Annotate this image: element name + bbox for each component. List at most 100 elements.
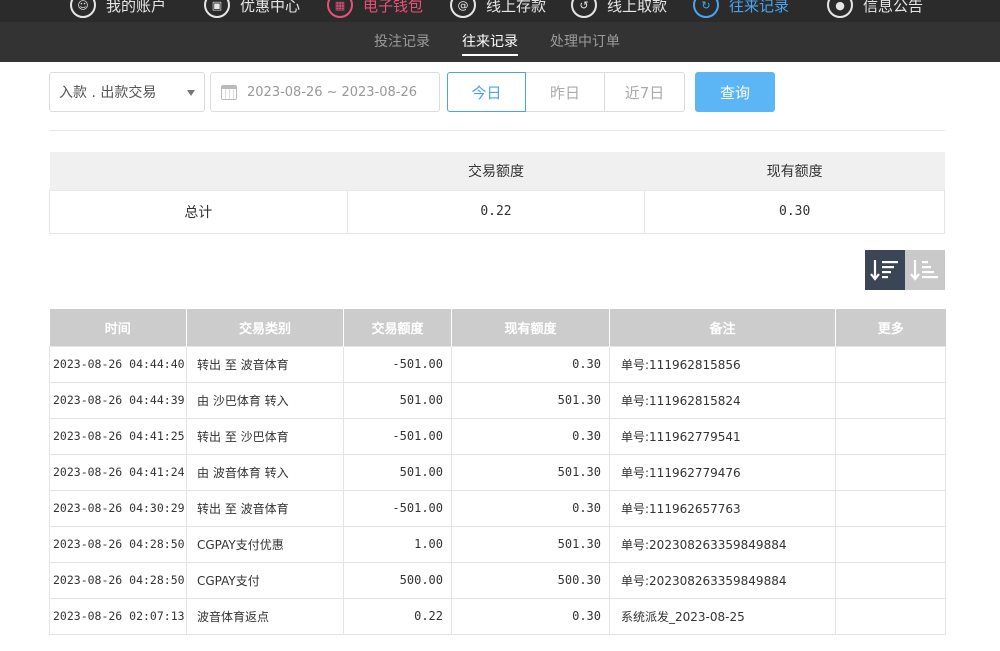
header-time: 时间	[49, 309, 187, 346]
nav-announcements[interactable]: ● 信息公告	[827, 0, 923, 19]
cell-amount: 500.00	[343, 561, 452, 599]
nav-my-account[interactable]: ☺ 我的账户	[70, 0, 166, 19]
table-row: 2023-08-26 04:28:50 CGPAY支付 500.00 500.3…	[49, 561, 946, 599]
cell-time: 2023-08-26 02:07:13	[49, 597, 187, 635]
nav-transaction-records[interactable]: ↻ 往来记录	[693, 0, 789, 19]
cell-type: 波音体育返点	[186, 597, 344, 635]
user-icon: ☺	[70, 0, 96, 18]
cell-time: 2023-08-26 04:28:50	[49, 525, 187, 563]
cell-time: 2023-08-26 04:30:29	[49, 489, 187, 527]
summary-header-amount: 交易额度	[347, 152, 645, 190]
cell-note: 单号:111962779476	[609, 453, 836, 491]
table-row: 2023-08-26 04:44:40 转出 至 波音体育 -501.00 0.…	[49, 345, 946, 383]
top-navigation: ☺ 我的账户 ▣ 优惠中心 ▦ 电子钱包 @ 线上存款 ↺ 线上取款 ↻ 往来记…	[0, 0, 1000, 22]
cell-balance: 501.30	[451, 453, 610, 491]
table-row: 2023-08-26 02:07:13 波音体育返点 0.22 0.30 系统派…	[49, 597, 946, 635]
cell-note: 单号:111962657763	[609, 489, 836, 527]
sub-navigation: 投注记录 往来记录 处理中订单	[0, 22, 1000, 62]
cell-balance: 501.30	[451, 525, 610, 563]
calendar-icon	[221, 84, 237, 100]
cell-type: CGPAY支付优惠	[186, 525, 344, 563]
tab-transaction-records[interactable]: 往来记录	[462, 22, 518, 62]
table-row: 2023-08-26 04:28:50 CGPAY支付优惠 1.00 501.3…	[49, 525, 946, 563]
cell-type: 由 波音体育 转入	[186, 453, 344, 491]
transaction-records-table: 时间 交易类别 交易额度 现有额度 备注 更多 2023-08-26 04:44…	[49, 309, 946, 635]
cell-balance: 500.30	[451, 561, 610, 599]
cell-note: 单号:111962815824	[609, 381, 836, 419]
cell-balance: 0.30	[451, 597, 610, 635]
cell-more[interactable]	[835, 453, 946, 491]
cell-amount: 501.00	[343, 453, 452, 491]
cell-more[interactable]	[835, 417, 946, 455]
cell-type: 转出 至 波音体育	[186, 345, 344, 383]
table-row: 2023-08-26 04:30:29 转出 至 波音体育 -501.00 0.…	[49, 489, 946, 527]
cell-more[interactable]	[835, 525, 946, 563]
last-7-days-button[interactable]: 近7日	[605, 72, 685, 112]
cell-more[interactable]	[835, 381, 946, 419]
summary-total-label: 总计	[49, 189, 348, 234]
cell-amount: -501.00	[343, 489, 452, 527]
header-balance: 现有额度	[451, 309, 610, 346]
cell-more[interactable]	[835, 345, 946, 383]
table-row: 2023-08-26 04:41:24 由 波音体育 转入 501.00 501…	[49, 453, 946, 491]
summary-header-blank	[49, 152, 348, 190]
nav-online-withdraw-label: 线上取款	[607, 0, 668, 15]
date-range-picker[interactable]: 2023-08-26 ~ 2023-08-26	[210, 72, 440, 112]
cell-amount: 0.22	[343, 597, 452, 635]
cell-note: 单号:202308263359849884	[609, 525, 836, 563]
nav-promotions[interactable]: ▣ 优惠中心	[204, 0, 300, 19]
yesterday-button[interactable]: 昨日	[526, 72, 605, 112]
table-row: 2023-08-26 04:41:25 转出 至 沙巴体育 -501.00 0.…	[49, 417, 946, 455]
cell-note: 系统派发_2023-08-25	[609, 597, 836, 635]
sort-descending-icon	[870, 260, 898, 281]
nav-my-account-label: 我的账户	[106, 0, 167, 15]
date-start: 2023-08-26	[247, 84, 323, 100]
deposit-icon: @	[450, 0, 476, 18]
sort-ascending-icon	[910, 260, 938, 281]
announcement-icon: ●	[827, 0, 853, 18]
tab-bet-records[interactable]: 投注记录	[374, 22, 430, 62]
cell-note: 单号:202308263359849884	[609, 561, 836, 599]
date-end: 2023-08-26	[341, 84, 418, 100]
cell-balance: 0.30	[451, 345, 610, 383]
transaction-type-select[interactable]: 入款 . 出款交易	[49, 72, 205, 112]
cell-amount: -501.00	[343, 345, 452, 383]
cell-time: 2023-08-26 04:41:25	[49, 417, 187, 455]
summary-total-balance: 0.30	[644, 189, 945, 234]
header-type: 交易类别	[186, 309, 344, 346]
nav-online-deposit[interactable]: @ 线上存款	[450, 0, 546, 19]
date-separator: ~	[326, 84, 338, 100]
summary-table: 交易额度 现有额度 总计 0.22 0.30	[49, 152, 945, 234]
cell-type: 由 沙巴体育 转入	[186, 381, 344, 419]
header-note: 备注	[609, 309, 836, 346]
header-more: 更多	[835, 309, 946, 346]
cell-type: CGPAY支付	[186, 561, 344, 599]
transaction-type-value: 入款 . 出款交易	[59, 85, 157, 101]
query-button[interactable]: 查询	[695, 72, 775, 112]
cell-more[interactable]	[835, 561, 946, 599]
gift-icon: ▣	[204, 0, 230, 18]
withdraw-icon: ↺	[571, 0, 597, 18]
cell-more[interactable]	[835, 489, 946, 527]
nav-transaction-records-label: 往来记录	[729, 0, 790, 15]
cell-time: 2023-08-26 04:28:50	[49, 561, 187, 599]
today-button[interactable]: 今日	[447, 72, 526, 112]
cell-amount: 501.00	[343, 381, 452, 419]
sort-ascending-button[interactable]	[905, 250, 945, 290]
cell-amount: -501.00	[343, 417, 452, 455]
tab-pending-orders[interactable]: 处理中订单	[550, 22, 620, 62]
cell-type: 转出 至 沙巴体育	[186, 417, 344, 455]
nav-e-wallet[interactable]: ▦ 电子钱包	[327, 0, 423, 19]
nav-online-withdraw[interactable]: ↺ 线上取款	[571, 0, 667, 19]
cell-balance: 501.30	[451, 381, 610, 419]
header-amount: 交易额度	[343, 309, 452, 346]
cell-note: 单号:111962779541	[609, 417, 836, 455]
nav-e-wallet-label: 电子钱包	[363, 0, 424, 15]
summary-header-balance: 现有额度	[644, 152, 945, 190]
records-icon: ↻	[693, 0, 719, 18]
cell-balance: 0.30	[451, 489, 610, 527]
sort-descending-button[interactable]	[865, 250, 905, 290]
nav-promotions-label: 优惠中心	[240, 0, 301, 15]
cell-more[interactable]	[835, 597, 946, 635]
cell-balance: 0.30	[451, 417, 610, 455]
